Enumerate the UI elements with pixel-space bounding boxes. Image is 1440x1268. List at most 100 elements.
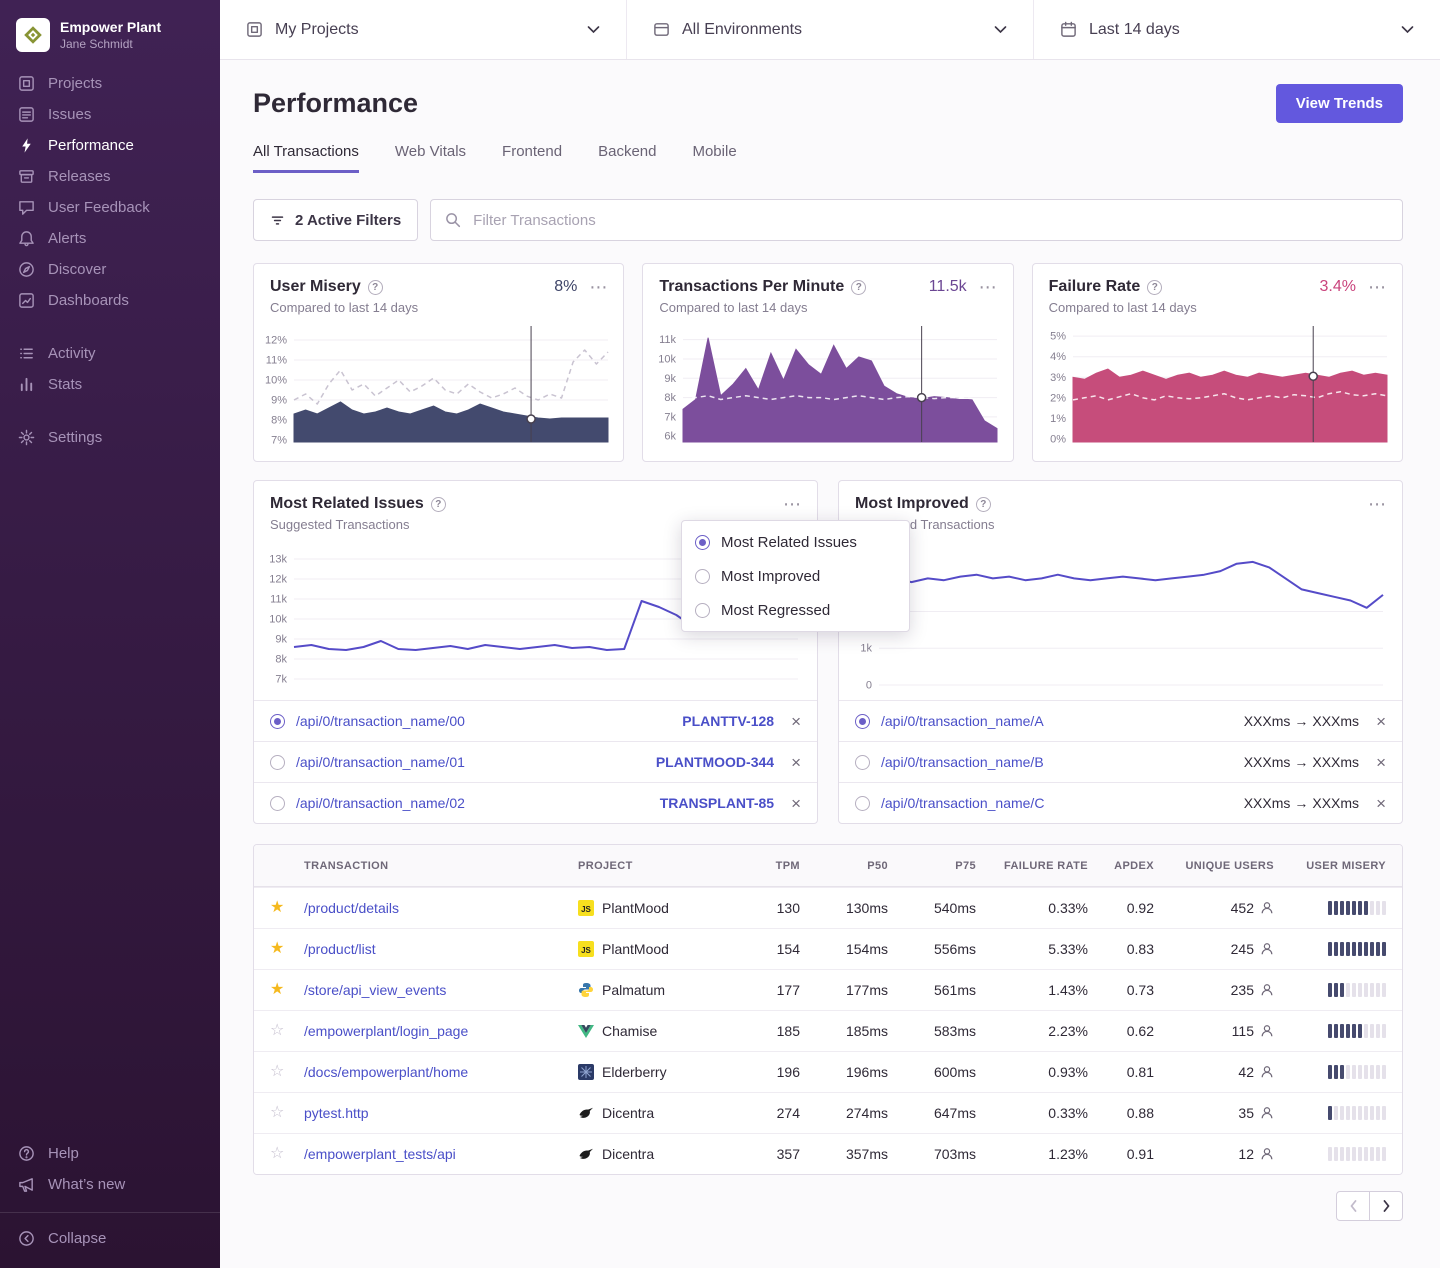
transaction-link[interactable]: /api/0/transaction_name/00 [296,713,671,729]
search-input[interactable] [471,211,1388,230]
sidebar-item-collapse[interactable]: Collapse [0,1223,220,1254]
radio-button[interactable] [270,714,285,729]
menu-item-most-regressed[interactable]: Most Regressed [682,593,909,627]
menu-item-most-improved[interactable]: Most Improved [682,559,909,593]
table-header: TRANSACTION PROJECT TPM P50 P75 FAILURE … [254,845,1402,887]
star-icon[interactable] [270,1105,296,1121]
sidebar-item-releases[interactable]: Releases [0,161,220,192]
help-icon[interactable]: ? [431,497,446,512]
transaction-link[interactable]: /store/api_view_events [304,982,570,998]
svg-text:10k: 10k [269,614,287,626]
chevron-down-icon [994,26,1007,34]
transaction-link[interactable]: /docs/empowerplant/home [304,1064,570,1080]
radio-button[interactable] [270,755,285,770]
sidebar-item-settings[interactable]: Settings [0,422,220,453]
issue-link[interactable]: PLANTTV-128 [682,713,774,729]
transaction-link[interactable]: pytest.http [304,1105,570,1121]
transaction-link[interactable]: /product/details [304,900,570,916]
help-icon[interactable]: ? [976,497,991,512]
star-icon[interactable] [270,1023,296,1039]
transaction-link[interactable]: /api/0/transaction_name/C [881,795,1233,811]
sidebar-item-dashboards[interactable]: Dashboards [0,285,220,316]
close-icon[interactable]: × [785,754,801,771]
user-icon [1260,1106,1274,1120]
duration-before: XXXms [1244,754,1291,770]
sidebar-item-activity[interactable]: Activity [0,338,220,369]
transaction-link[interactable]: /api/0/transaction_name/02 [296,795,649,811]
star-icon[interactable] [270,1064,296,1080]
next-page-button[interactable] [1369,1191,1403,1221]
transaction-link[interactable]: /api/0/transaction_name/01 [296,754,645,770]
sidebar-item-discover[interactable]: Discover [0,254,220,285]
close-icon[interactable]: × [785,795,801,812]
duration-after: XXXms [1312,713,1359,729]
close-icon[interactable]: × [785,713,801,730]
star-icon[interactable] [270,1146,296,1162]
tab-all-transactions[interactable]: All Transactions [253,143,359,173]
sidebar-item-help[interactable]: Help [0,1138,220,1169]
star-icon[interactable] [270,982,296,998]
close-icon[interactable]: × [1370,795,1386,812]
radio-button[interactable] [855,714,870,729]
project-icon [578,900,594,916]
svg-text:7k: 7k [275,674,287,686]
help-icon[interactable]: ? [368,280,383,295]
issue-link[interactable]: PLANTMOOD-344 [656,754,774,770]
transaction-link[interactable]: /api/0/transaction_name/A [881,713,1233,729]
sidebar-item-projects[interactable]: Projects [0,68,220,99]
radio-button[interactable] [855,755,870,770]
card-menu-button[interactable]: ⋯ [1368,495,1386,513]
tab-frontend[interactable]: Frontend [502,143,562,173]
card-menu-button[interactable]: ⋯ [783,495,801,513]
sidebar-item-alerts[interactable]: Alerts [0,223,220,254]
menu-item-most-related-issues[interactable]: Most Related Issues [682,525,909,559]
user-icon [1260,1065,1274,1079]
sidebar-item-whats-new[interactable]: What’s new [0,1169,220,1200]
duration-before: XXXms [1244,713,1291,729]
view-trends-button[interactable]: View Trends [1276,84,1403,123]
transaction-link[interactable]: /api/0/transaction_name/B [881,754,1233,770]
transaction-link[interactable]: /empowerplant/login_page [304,1023,570,1039]
sidebar-item-performance[interactable]: Performance [0,130,220,161]
environment-selector[interactable]: All Environments [627,0,1034,59]
previous-page-button[interactable] [1336,1191,1370,1221]
sidebar-item-issues[interactable]: Issues [0,99,220,130]
project-cell: PlantMood [578,900,738,916]
user-icon [1260,1147,1274,1161]
sidebar-item-user-feedback[interactable]: User Feedback [0,192,220,223]
tpm-chart[interactable]: 6k7k8k9k10k11k [647,323,1002,449]
org-switcher[interactable]: Empower Plant Jane Schmidt [0,14,220,68]
help-icon[interactable]: ? [1147,280,1162,295]
tab-mobile[interactable]: Mobile [692,143,736,173]
issue-link[interactable]: TRANSPLANT-85 [660,795,774,811]
failure-rate-chart[interactable]: 0%1%2%3%4%5% [1037,323,1392,449]
svg-text:11k: 11k [659,334,676,346]
tab-web-vitals[interactable]: Web Vitals [395,143,466,173]
date-range-selector[interactable]: Last 14 days [1034,0,1440,59]
svg-text:8%: 8% [271,415,287,427]
page-title: Performance [253,88,418,119]
card-menu-button[interactable]: ⋯ [589,278,607,296]
project-selector[interactable]: My Projects [220,0,627,59]
user-misery-chart[interactable]: 7%8%9%10%11%12% [258,323,613,449]
tab-backend[interactable]: Backend [598,143,656,173]
star-icon[interactable] [270,941,296,957]
org-user: Jane Schmidt [60,37,161,51]
close-icon[interactable]: × [1370,754,1386,771]
sidebar-nav: Projects Issues Performance Releases Use… [0,68,220,453]
star-icon[interactable] [270,900,296,916]
radio-button[interactable] [855,796,870,811]
svg-text:12k: 12k [269,574,287,586]
card-menu-button[interactable]: ⋯ [1368,278,1386,296]
transaction-link[interactable]: /empowerplant_tests/api [304,1146,570,1162]
card-menu-button[interactable]: ⋯ [979,278,997,296]
help-icon[interactable]: ? [851,280,866,295]
project-cell: Dicentra [578,1146,738,1162]
radio-button[interactable] [270,796,285,811]
project-icon [578,1146,594,1162]
close-icon[interactable]: × [1370,713,1386,730]
most-improved-chart[interactable]: 01k2k [843,542,1388,692]
transaction-link[interactable]: /product/list [304,941,570,957]
active-filters-button[interactable]: 2 Active Filters [253,199,418,241]
sidebar-item-stats[interactable]: Stats [0,369,220,400]
